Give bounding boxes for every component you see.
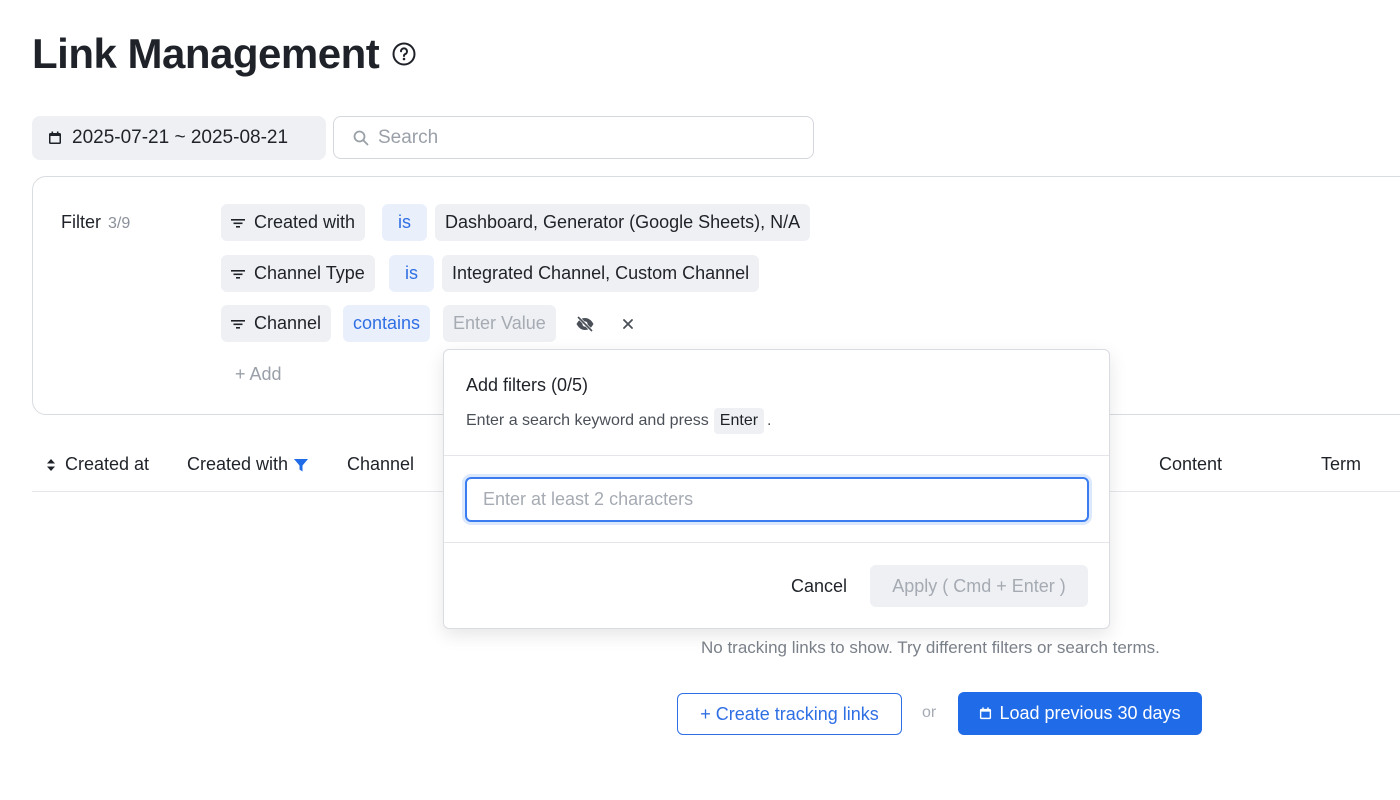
calendar-icon xyxy=(979,707,992,720)
divider xyxy=(444,455,1109,456)
filter-value-channel-type[interactable]: Integrated Channel, Custom Channel xyxy=(442,255,760,292)
calendar-icon xyxy=(48,131,62,145)
hint-suffix: . xyxy=(767,412,772,429)
filter-field-created-with[interactable]: Created with xyxy=(221,204,366,241)
column-label: Created with xyxy=(187,454,289,474)
column-label: Channel xyxy=(347,454,415,474)
column-label: Created at xyxy=(65,454,150,474)
search-box[interactable] xyxy=(333,116,814,159)
sort-icon xyxy=(46,458,56,472)
column-created-with[interactable]: Created with xyxy=(187,454,309,475)
filter-count: 3/9 xyxy=(108,215,131,232)
search-input[interactable] xyxy=(378,126,778,149)
filter-label-text: Filter xyxy=(61,212,101,232)
filter-value-placeholder: Enter Value xyxy=(453,313,546,333)
load-previous-button[interactable]: Load previous 30 days xyxy=(958,692,1202,735)
filter-value-label: Integrated Channel, Custom Channel xyxy=(452,263,750,283)
help-circle-icon[interactable] xyxy=(391,41,417,67)
filter-operator-label: is xyxy=(405,263,418,283)
filter-lines-icon xyxy=(231,318,245,330)
column-channel[interactable]: Channel xyxy=(347,454,414,475)
filter-lines-icon xyxy=(231,217,245,229)
dropdown-title: Add filters (0/5) xyxy=(466,375,589,395)
filter-field-label: Channel xyxy=(254,313,322,333)
enter-key-badge: Enter xyxy=(713,408,765,434)
filter-operator-contains[interactable]: contains xyxy=(343,305,431,342)
filter-operator-label: contains xyxy=(353,313,421,333)
filter-operator-is[interactable]: is xyxy=(389,255,434,292)
date-range-button[interactable]: 2025-07-21 ~ 2025-08-21 xyxy=(32,116,326,160)
filter-value-label: Dashboard, Generator (Google Sheets), N/… xyxy=(445,212,801,232)
filter-keyword-input[interactable] xyxy=(465,477,1089,522)
hint-text: Enter a search keyword and press xyxy=(466,412,709,429)
filter-value-created-with[interactable]: Dashboard, Generator (Google Sheets), N/… xyxy=(435,204,811,241)
filter-label: Filter 3/9 xyxy=(61,212,130,233)
column-label: Term xyxy=(1321,454,1361,474)
eye-off-icon[interactable] xyxy=(573,312,597,336)
add-filter-button[interactable]: + Add xyxy=(235,364,282,385)
create-tracking-links-button[interactable]: + Create tracking links xyxy=(677,693,902,735)
dropdown-hint: Enter a search keyword and press Enter . xyxy=(466,408,772,434)
filter-operator-is[interactable]: is xyxy=(382,204,427,241)
divider xyxy=(444,542,1109,543)
column-created-at[interactable]: Created at xyxy=(46,454,149,475)
load-previous-label: Load previous 30 days xyxy=(999,703,1181,723)
apply-button[interactable]: Apply ( Cmd + Enter ) xyxy=(870,565,1088,607)
filter-field-label: Created with xyxy=(254,212,356,232)
funnel-icon[interactable] xyxy=(293,457,309,473)
filter-value-input[interactable]: Enter Value xyxy=(443,305,556,342)
filter-operator-label: is xyxy=(398,212,411,232)
column-term[interactable]: Term xyxy=(1321,454,1361,475)
filter-lines-icon xyxy=(231,268,245,280)
cancel-button[interactable]: Cancel xyxy=(782,565,856,607)
empty-state-message: No tracking links to show. Try different… xyxy=(701,638,1160,657)
column-label: Content xyxy=(1159,454,1223,474)
page-title: Link Management xyxy=(32,30,417,78)
filter-field-channel[interactable]: Channel xyxy=(221,305,332,342)
filter-field-label: Channel Type xyxy=(254,263,365,283)
page-title-text: Link Management xyxy=(32,30,380,77)
search-icon xyxy=(352,129,370,147)
date-range-label: 2025-07-21 ~ 2025-08-21 xyxy=(72,127,289,148)
close-icon[interactable] xyxy=(616,312,640,336)
or-separator: or xyxy=(922,704,937,721)
add-filters-dropdown: Add filters (0/5) Enter a search keyword… xyxy=(443,349,1110,629)
filter-field-channel-type[interactable]: Channel Type xyxy=(221,255,375,292)
column-content[interactable]: Content xyxy=(1159,454,1222,475)
